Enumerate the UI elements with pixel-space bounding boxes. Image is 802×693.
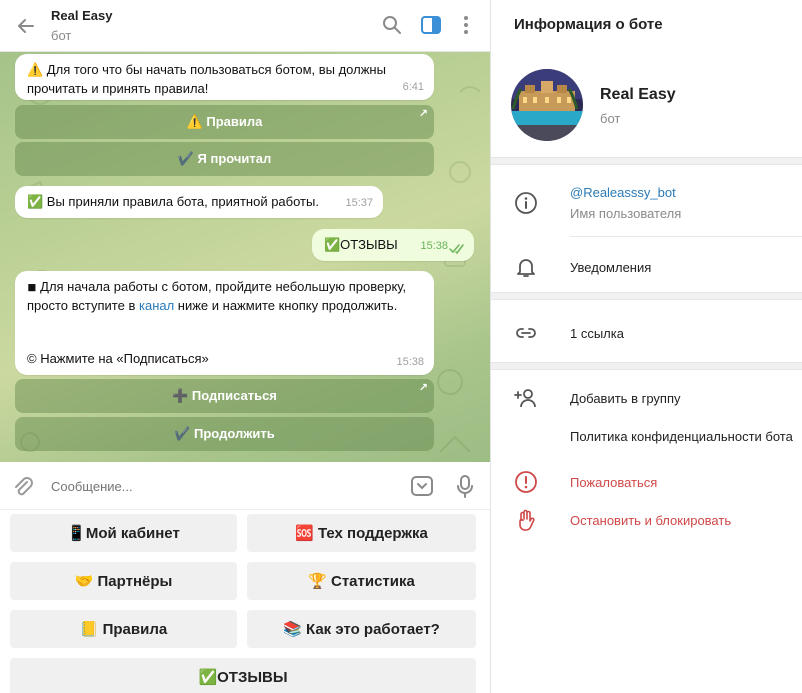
message-note: © Нажмите на «Подписаться» [27,351,209,366]
message-time: 15:38 [420,240,448,252]
keyboard-button-cabinet[interactable]: 📱Мой кабинет [10,514,237,552]
search-icon[interactable] [379,12,405,38]
keyboard-button-reviews[interactable]: ✅ОТЗЫВЫ [10,658,476,693]
double-check-icon [449,244,464,254]
keyboard-button-rules[interactable]: 📒 Правила [10,610,237,648]
keyboard-button-how[interactable]: 📚 Как это работает? [247,610,476,648]
section-divider [491,362,802,370]
privacy-policy-button[interactable]: Политика конфиденциальности бота [570,429,793,444]
paperclip-icon[interactable] [10,474,36,500]
report-button[interactable]: Пожаловаться [570,475,657,490]
stop-hand-icon [519,509,535,531]
more-vertical-icon[interactable] [453,12,479,38]
row-divider [570,236,802,237]
section-divider [491,292,802,300]
inline-button-label: ➕ Подписаться [172,388,277,403]
keyboard-button-partners[interactable]: 🤝 Партнёры [10,562,237,600]
message-bubble[interactable]: ✅ Вы приняли правила бота, приятной рабо… [15,186,383,218]
avatar-image-icon [511,69,583,141]
inline-button-rules[interactable]: ⚠️ Правила ↗ [15,105,434,139]
keyboard-button-stats[interactable]: 🏆 Статистика [247,562,476,600]
chat-header: Real Easy бот [0,0,490,52]
add-to-group-button[interactable]: Добавить в группу [570,391,681,406]
external-link-icon: ↗ [418,108,428,120]
outgoing-message-bubble[interactable]: ✅ОТЗЫВЫ 15:38 [312,229,474,261]
message-composer [0,462,490,510]
link-icon [516,328,536,338]
notifications-toggle[interactable]: Уведомления [570,260,651,275]
sidebar-toggle-icon[interactable] [418,12,444,38]
message-time: 15:37 [345,197,373,209]
bell-icon [517,259,535,277]
chat-title[interactable]: Real Easy [51,8,112,23]
inline-button-label: ⚠️ Правила [186,114,263,129]
message-text: ⚠️ Для того что бы начать пользоваться б… [27,62,386,96]
message-text: ✅ Вы приняли правила бота, приятной рабо… [27,194,319,209]
inline-button-subscribe[interactable]: ➕ Подписаться ↗ [15,379,434,413]
username-label: Имя пользователя [570,206,682,221]
message-time: 15:38 [396,356,424,368]
inline-button-label: ✔️ Продолжить [174,426,275,441]
chat-subtitle: бот [51,28,72,43]
message-time: 6:41 [402,81,424,93]
bot-name: Real Easy [600,86,676,103]
bot-subtitle: бот [600,111,621,126]
inline-button-continue[interactable]: ✔️ Продолжить [15,417,434,451]
panel-title: Информация о боте [514,16,663,33]
avatar[interactable] [511,69,583,141]
message-text-block: ◾ Для начала работы с ботом, пройдите не… [27,277,407,315]
chat-pane: Real Easy бот ⚠️ Для того что бы начать … [0,0,490,693]
microphone-icon[interactable] [452,473,478,499]
message-bubble[interactable]: ⚠️ Для того что бы начать пользоваться б… [15,54,434,100]
keyboard-button-support[interactable]: 🆘 Тех поддержка [247,514,476,552]
section-divider [491,157,802,165]
inline-button-read[interactable]: ✔️ Я прочитал [15,142,434,176]
channel-link[interactable]: канал [139,298,174,313]
back-arrow-icon[interactable] [12,12,40,40]
add-user-icon [514,389,536,408]
message-input[interactable] [51,476,391,496]
inline-button-label: ✔️ Я прочитал [177,151,272,166]
message-text: ✅ОТЗЫВЫ [324,237,398,252]
links-item[interactable]: 1 ссылка [570,326,624,341]
report-icon [515,471,537,493]
reply-keyboard: 📱Мой кабинет 🆘 Тех поддержка 🤝 Партнёры … [0,510,490,693]
message-text: ниже и нажмите кнопку продолжить. [174,298,398,313]
info-icon [515,192,537,214]
external-link-icon: ↗ [418,382,428,394]
block-button[interactable]: Остановить и блокировать [570,513,731,528]
bot-keyboard-icon[interactable] [409,473,435,499]
message-history[interactable]: ⚠️ Для того что бы начать пользоваться б… [0,52,490,462]
bot-info-panel: Информация о боте Real Easy бот @Realeas… [490,0,802,693]
username-link[interactable]: @Realeasssy_bot [570,185,676,200]
message-bubble[interactable]: ◾ Для начала работы с ботом, пройдите не… [15,271,434,375]
